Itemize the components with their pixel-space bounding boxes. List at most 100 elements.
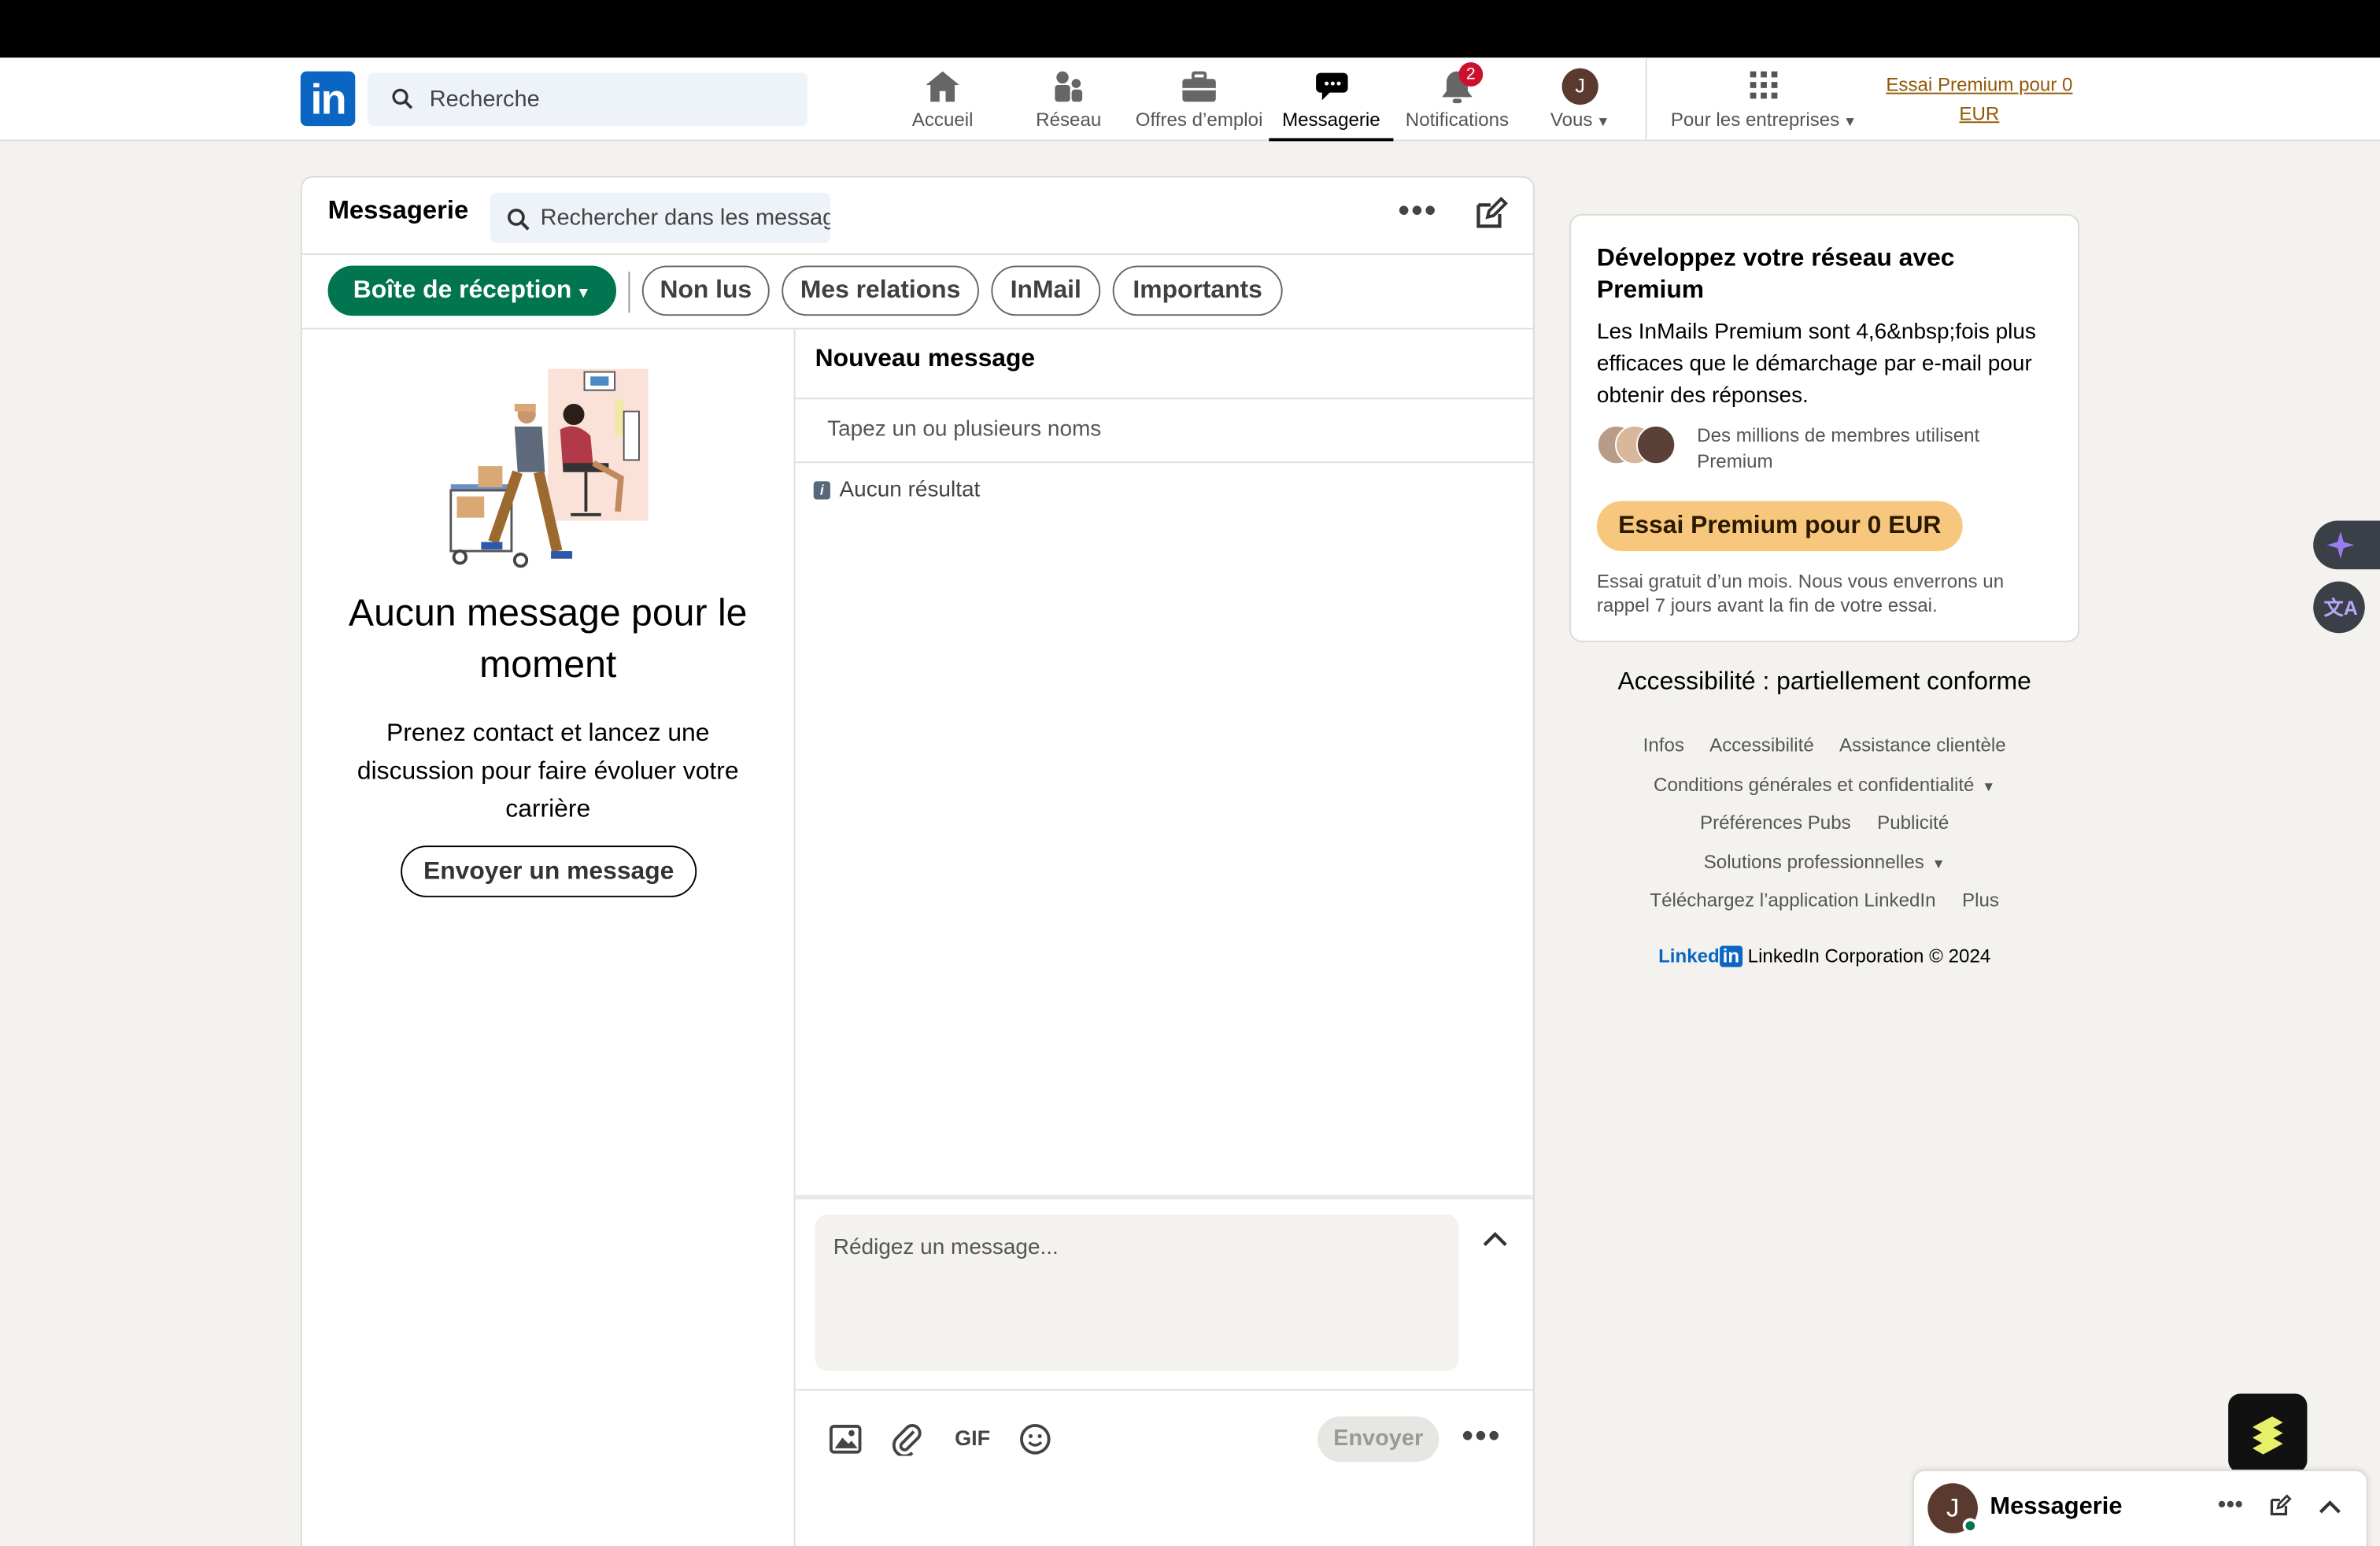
translate-button[interactable]: 文A [2313,581,2365,634]
global-search-input[interactable]: Recherche [367,72,808,127]
messaging-search-placeholder: Rechercher dans les messages [540,205,830,231]
more-options-icon[interactable]: ••• [2218,1493,2243,1518]
empty-state-title: Aucun message pour le moment [348,592,748,686]
linkedin-messaging-page: in Recherche Accueil Réseau Offres d’emp… [0,0,2380,1546]
emoji-icon[interactable] [1018,1422,1051,1455]
filter-important[interactable]: Importants [1112,265,1283,316]
footer-link-more[interactable]: Plus [1962,890,1999,911]
nav-notifications[interactable]: 2 Notifications [1396,62,1517,140]
nav-messaging-label: Messagerie [1282,109,1380,131]
footer-link-accessibility[interactable]: Accessibilité [1709,734,1814,756]
compose-icon[interactable] [1473,196,1509,232]
dock-title: Messagerie [1990,1493,2123,1520]
premium-ad-card: Développez votre réseau avec Premium Les… [1569,213,2080,642]
messaging-title: Messagerie [327,195,469,225]
footer-link-advertising[interactable]: Publicité [1877,812,1949,834]
premium-trial-button[interactable]: Essai Premium pour 0 EUR [1596,501,1963,552]
divider [795,1194,1533,1200]
nav-notifications-label: Notifications [1405,109,1510,131]
filter-unread[interactable]: Non lus [641,265,770,316]
footer-link-app[interactable]: Téléchargez l’application LinkedIn [1650,890,1935,911]
nav-network[interactable]: Réseau [1032,67,1105,140]
footer-link-ad-preferences[interactable]: Préférences Pubs [1700,812,1851,834]
avatar: J [1561,68,1598,105]
column-divider [793,327,796,1546]
chat-icon [1316,72,1348,101]
filter-connections[interactable]: Mes relations [782,265,979,316]
briefcase-icon [1182,71,1216,102]
divider [795,461,1533,464]
premium-trial-link[interactable]: Essai Premium pour 0 EUR [1876,72,2082,129]
translate-icon: 文A [2323,596,2358,620]
caret-down-icon: ▼ [1839,113,1857,129]
footer-row: Solutions professionnelles ▼ [1569,852,2079,873]
footer-link-terms[interactable]: Conditions générales et confidentialité [1654,775,1974,796]
nav-jobs[interactable]: Offres d’emploi [1129,67,1269,140]
nav-me[interactable]: J Vous ▼ [1542,67,1617,140]
member-avatars [1596,425,1682,468]
filter-inbox-dropdown[interactable]: Boîte de réception ▼ [327,265,617,316]
window-top-bar [0,0,2380,58]
empty-inbox-illustration [449,368,649,568]
premium-card-body: Les InMails Premium sont 4,6&nbsp;fois p… [1596,320,2036,409]
footer-link-business-solutions[interactable]: Solutions professionnelles [1704,852,1924,873]
filter-divider [628,272,630,313]
divider [795,398,1533,400]
messaging-search-input[interactable]: Rechercher dans les messages [490,192,830,243]
nav-business-label: Pour les entreprises [1670,109,1840,131]
nav-messaging[interactable]: Messagerie [1269,67,1394,142]
footer-row: Préférences Pubs Publicité [1569,812,2079,834]
premium-members-text: Des millions de membres utilisent Premiu… [1697,425,1980,472]
footer-link-infos[interactable]: Infos [1643,734,1684,756]
messaging-panel: Messagerie Rechercher dans les messages … [300,176,1535,1546]
accessibility-status: Accessibilité : partiellement conforme [1617,668,2031,696]
search-icon [508,209,530,231]
linkedin-logo[interactable]: in [300,71,356,127]
bell-icon-wrap: 2 [1437,62,1484,105]
image-icon[interactable] [829,1424,862,1455]
online-status-dot [1962,1518,1978,1533]
premium-note: Essai gratuit d’un mois. Nous vous enver… [1596,571,2005,617]
footer-row: Conditions générales et confidentialité … [1569,775,2079,796]
nav-home[interactable]: Accueil [904,67,980,140]
chevron-up-icon[interactable] [2318,1499,2342,1515]
ai-assistant-button[interactable] [2313,520,2380,570]
nav-business[interactable]: Pour les entreprises ▼ [1661,67,1867,140]
caret-down-icon: ▼ [1974,779,1996,794]
recipients-input[interactable]: Tapez un ou plusieurs noms [827,417,1101,442]
stack-logo-icon [2252,1416,2283,1455]
more-options-icon[interactable]: ••• [1398,194,1443,227]
footer-row: Infos Accessibilité Assistance clientèle [1569,734,2079,756]
caret-down-icon: ▼ [571,285,591,302]
search-placeholder: Recherche [429,86,540,113]
nav-network-label: Réseau [1036,109,1102,131]
new-message-title: Nouveau message [815,344,1036,372]
grid-icon [1750,71,1778,99]
send-message-button[interactable]: Envoyer un message [401,845,697,897]
caret-down-icon: ▼ [1592,113,1610,129]
caret-down-icon: ▼ [1924,856,1946,872]
extension-app-button[interactable] [2228,1393,2308,1473]
footer-copyright: Linked in LinkedIn Corporation © 2024 [1569,945,2079,967]
filter-inmail[interactable]: InMail [991,265,1101,316]
messaging-dock[interactable]: J Messagerie ••• [1913,1469,2368,1546]
linkedin-wordmark: Linked [1658,945,1720,967]
footer-link-assistance[interactable]: Assistance clientèle [1839,734,2006,756]
message-placeholder: Rédigez un message... [833,1235,1059,1260]
divider [301,327,1533,330]
paperclip-icon[interactable] [891,1422,924,1456]
chevron-up-icon[interactable] [1481,1230,1509,1248]
empty-state-subtitle: Prenez contact et lancez une discussion … [357,719,739,823]
sparkle-icon [2326,531,2355,559]
send-button[interactable]: Envoyer [1318,1416,1439,1463]
people-icon [1055,71,1083,102]
gif-button[interactable]: GIF [955,1426,990,1450]
nav-home-label: Accueil [911,109,974,131]
message-textarea[interactable]: Rédigez un message... [815,1214,1459,1371]
nav-divider [1645,57,1647,142]
compose-icon[interactable] [2267,1494,2292,1518]
more-options-icon[interactable]: ••• [1462,1418,1501,1452]
notification-badge: 2 [1458,62,1484,87]
home-icon [926,71,959,102]
divider [795,1389,1533,1391]
